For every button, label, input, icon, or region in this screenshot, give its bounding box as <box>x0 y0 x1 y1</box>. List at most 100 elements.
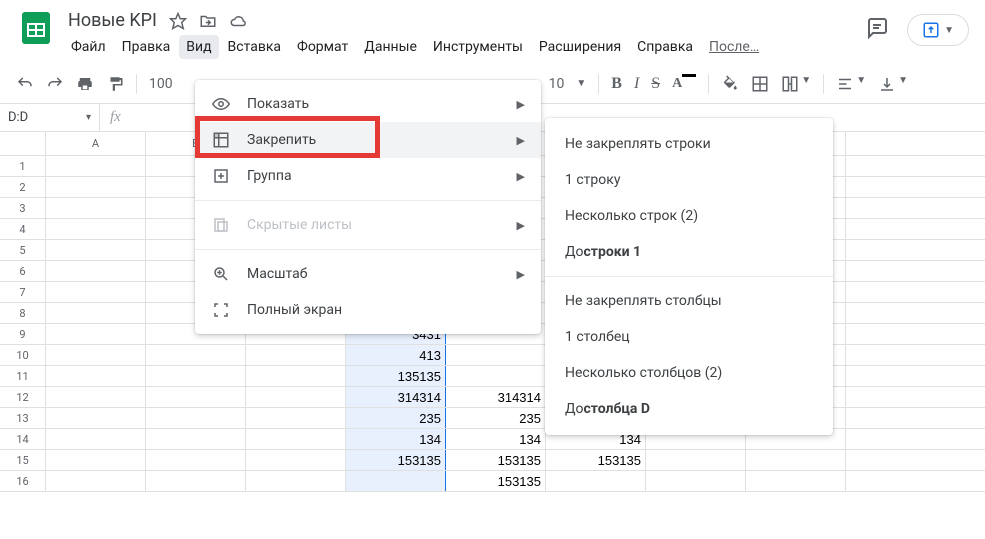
cell[interactable]: 314314 <box>346 387 446 407</box>
cell[interactable] <box>146 429 246 449</box>
row-header[interactable]: 5 <box>0 240 46 260</box>
menu-вид[interactable]: Вид <box>179 35 218 59</box>
menu-файл[interactable]: Файл <box>64 35 113 59</box>
view-menu-zoom[interactable]: Масштаб ▶ <box>195 256 541 292</box>
cell[interactable] <box>746 450 846 470</box>
zoom-value[interactable]: 100 <box>149 76 173 92</box>
cloud-status-icon[interactable] <box>229 12 247 30</box>
cell[interactable]: 314314 <box>446 387 546 407</box>
chevron-down-icon[interactable]: ▼ <box>576 78 586 89</box>
row-header[interactable]: 9 <box>0 324 46 344</box>
cell[interactable] <box>46 471 146 491</box>
cell[interactable]: 134 <box>446 429 546 449</box>
cell[interactable]: 413 <box>346 345 446 365</box>
italic-icon[interactable]: I <box>634 75 639 93</box>
comments-icon[interactable] <box>865 16 889 44</box>
row-header[interactable]: 10 <box>0 345 46 365</box>
freeze-upto-row[interactable]: До строки 1 <box>545 234 833 270</box>
merge-cells-icon[interactable]: ▼ <box>781 75 811 93</box>
borders-icon[interactable] <box>751 75 769 93</box>
cell[interactable] <box>46 345 146 365</box>
cell[interactable] <box>46 324 146 344</box>
strikethrough-icon[interactable]: S <box>651 75 660 93</box>
horizontal-align-icon[interactable]: ▼ <box>836 75 866 93</box>
cell[interactable] <box>246 366 346 386</box>
cell[interactable] <box>246 450 346 470</box>
row-header[interactable]: 15 <box>0 450 46 470</box>
row-header[interactable]: 16 <box>0 471 46 491</box>
cell[interactable]: 153135 <box>346 450 446 470</box>
cell[interactable] <box>46 408 146 428</box>
cell[interactable]: 153135 <box>446 450 546 470</box>
row-header[interactable]: 7 <box>0 282 46 302</box>
view-menu-show[interactable]: Показать ▶ <box>195 86 541 122</box>
cell[interactable] <box>646 471 746 491</box>
select-all-corner[interactable] <box>0 132 46 155</box>
row-header[interactable]: 11 <box>0 366 46 386</box>
cell[interactable] <box>146 366 246 386</box>
row-header[interactable]: 6 <box>0 261 46 281</box>
cell[interactable] <box>246 429 346 449</box>
menu-справка[interactable]: Справка <box>630 35 700 59</box>
cell[interactable] <box>46 387 146 407</box>
menu-данные[interactable]: Данные <box>357 35 424 59</box>
row-header[interactable]: 4 <box>0 219 46 239</box>
font-size-value[interactable]: 10 <box>549 76 565 92</box>
name-box[interactable]: D:D ▾ <box>0 104 100 131</box>
cell[interactable]: 153135 <box>546 450 646 470</box>
cell[interactable] <box>46 282 146 302</box>
cell[interactable] <box>446 345 546 365</box>
menu-вставка[interactable]: Вставка <box>221 35 288 59</box>
cell[interactable] <box>146 387 246 407</box>
view-menu-group[interactable]: Группа ▶ <box>195 158 541 194</box>
cell[interactable] <box>46 156 146 176</box>
freeze-upto-col[interactable]: До столбца D <box>545 391 833 427</box>
view-menu-fullscreen[interactable]: Полный экран <box>195 292 541 328</box>
cell[interactable] <box>746 471 846 491</box>
menu-расширения[interactable]: Расширения <box>532 35 628 59</box>
cell[interactable] <box>46 303 146 323</box>
row-header[interactable]: 1 <box>0 156 46 176</box>
cell[interactable]: 235 <box>346 408 446 428</box>
cell[interactable]: 235 <box>446 408 546 428</box>
freeze-n-rows[interactable]: Несколько строк (2) <box>545 198 833 234</box>
cell[interactable] <box>46 429 146 449</box>
redo-icon[interactable] <box>46 75 64 93</box>
fill-color-icon[interactable] <box>721 75 739 93</box>
text-color-icon[interactable]: A <box>672 76 696 92</box>
share-button[interactable]: ▼ <box>907 14 969 46</box>
row-header[interactable]: 14 <box>0 429 46 449</box>
menu-инструменты[interactable]: Инструменты <box>426 35 530 59</box>
cell[interactable] <box>46 219 146 239</box>
vertical-align-icon[interactable]: ▼ <box>878 75 908 93</box>
view-menu-freeze[interactable]: Закрепить ▶ <box>195 122 541 158</box>
cell[interactable]: 153135 <box>446 471 546 491</box>
row-header[interactable]: 8 <box>0 303 46 323</box>
cell[interactable] <box>246 387 346 407</box>
cell[interactable] <box>146 408 246 428</box>
print-icon[interactable] <box>76 75 94 93</box>
cell[interactable] <box>46 261 146 281</box>
cell[interactable] <box>46 177 146 197</box>
cell[interactable] <box>646 450 746 470</box>
freeze-n-cols[interactable]: Несколько столбцов (2) <box>545 355 833 391</box>
last-edit-link[interactable]: После… <box>702 35 766 59</box>
row-header[interactable]: 12 <box>0 387 46 407</box>
move-icon[interactable] <box>199 12 217 30</box>
cell[interactable] <box>46 198 146 218</box>
freeze-no-cols[interactable]: Не закреплять столбцы <box>545 283 833 319</box>
cell[interactable] <box>246 471 346 491</box>
row-header[interactable]: 13 <box>0 408 46 428</box>
undo-icon[interactable] <box>16 75 34 93</box>
cell[interactable] <box>146 345 246 365</box>
cell[interactable] <box>46 366 146 386</box>
row-header[interactable]: 3 <box>0 198 46 218</box>
menu-правка[interactable]: Правка <box>115 35 178 59</box>
cell[interactable] <box>46 450 146 470</box>
cell[interactable] <box>446 366 546 386</box>
cell[interactable] <box>246 345 346 365</box>
cell[interactable] <box>46 240 146 260</box>
freeze-one-col[interactable]: 1 столбец <box>545 319 833 355</box>
cell[interactable] <box>346 471 446 491</box>
freeze-no-rows[interactable]: Не закреплять строки <box>545 126 833 162</box>
